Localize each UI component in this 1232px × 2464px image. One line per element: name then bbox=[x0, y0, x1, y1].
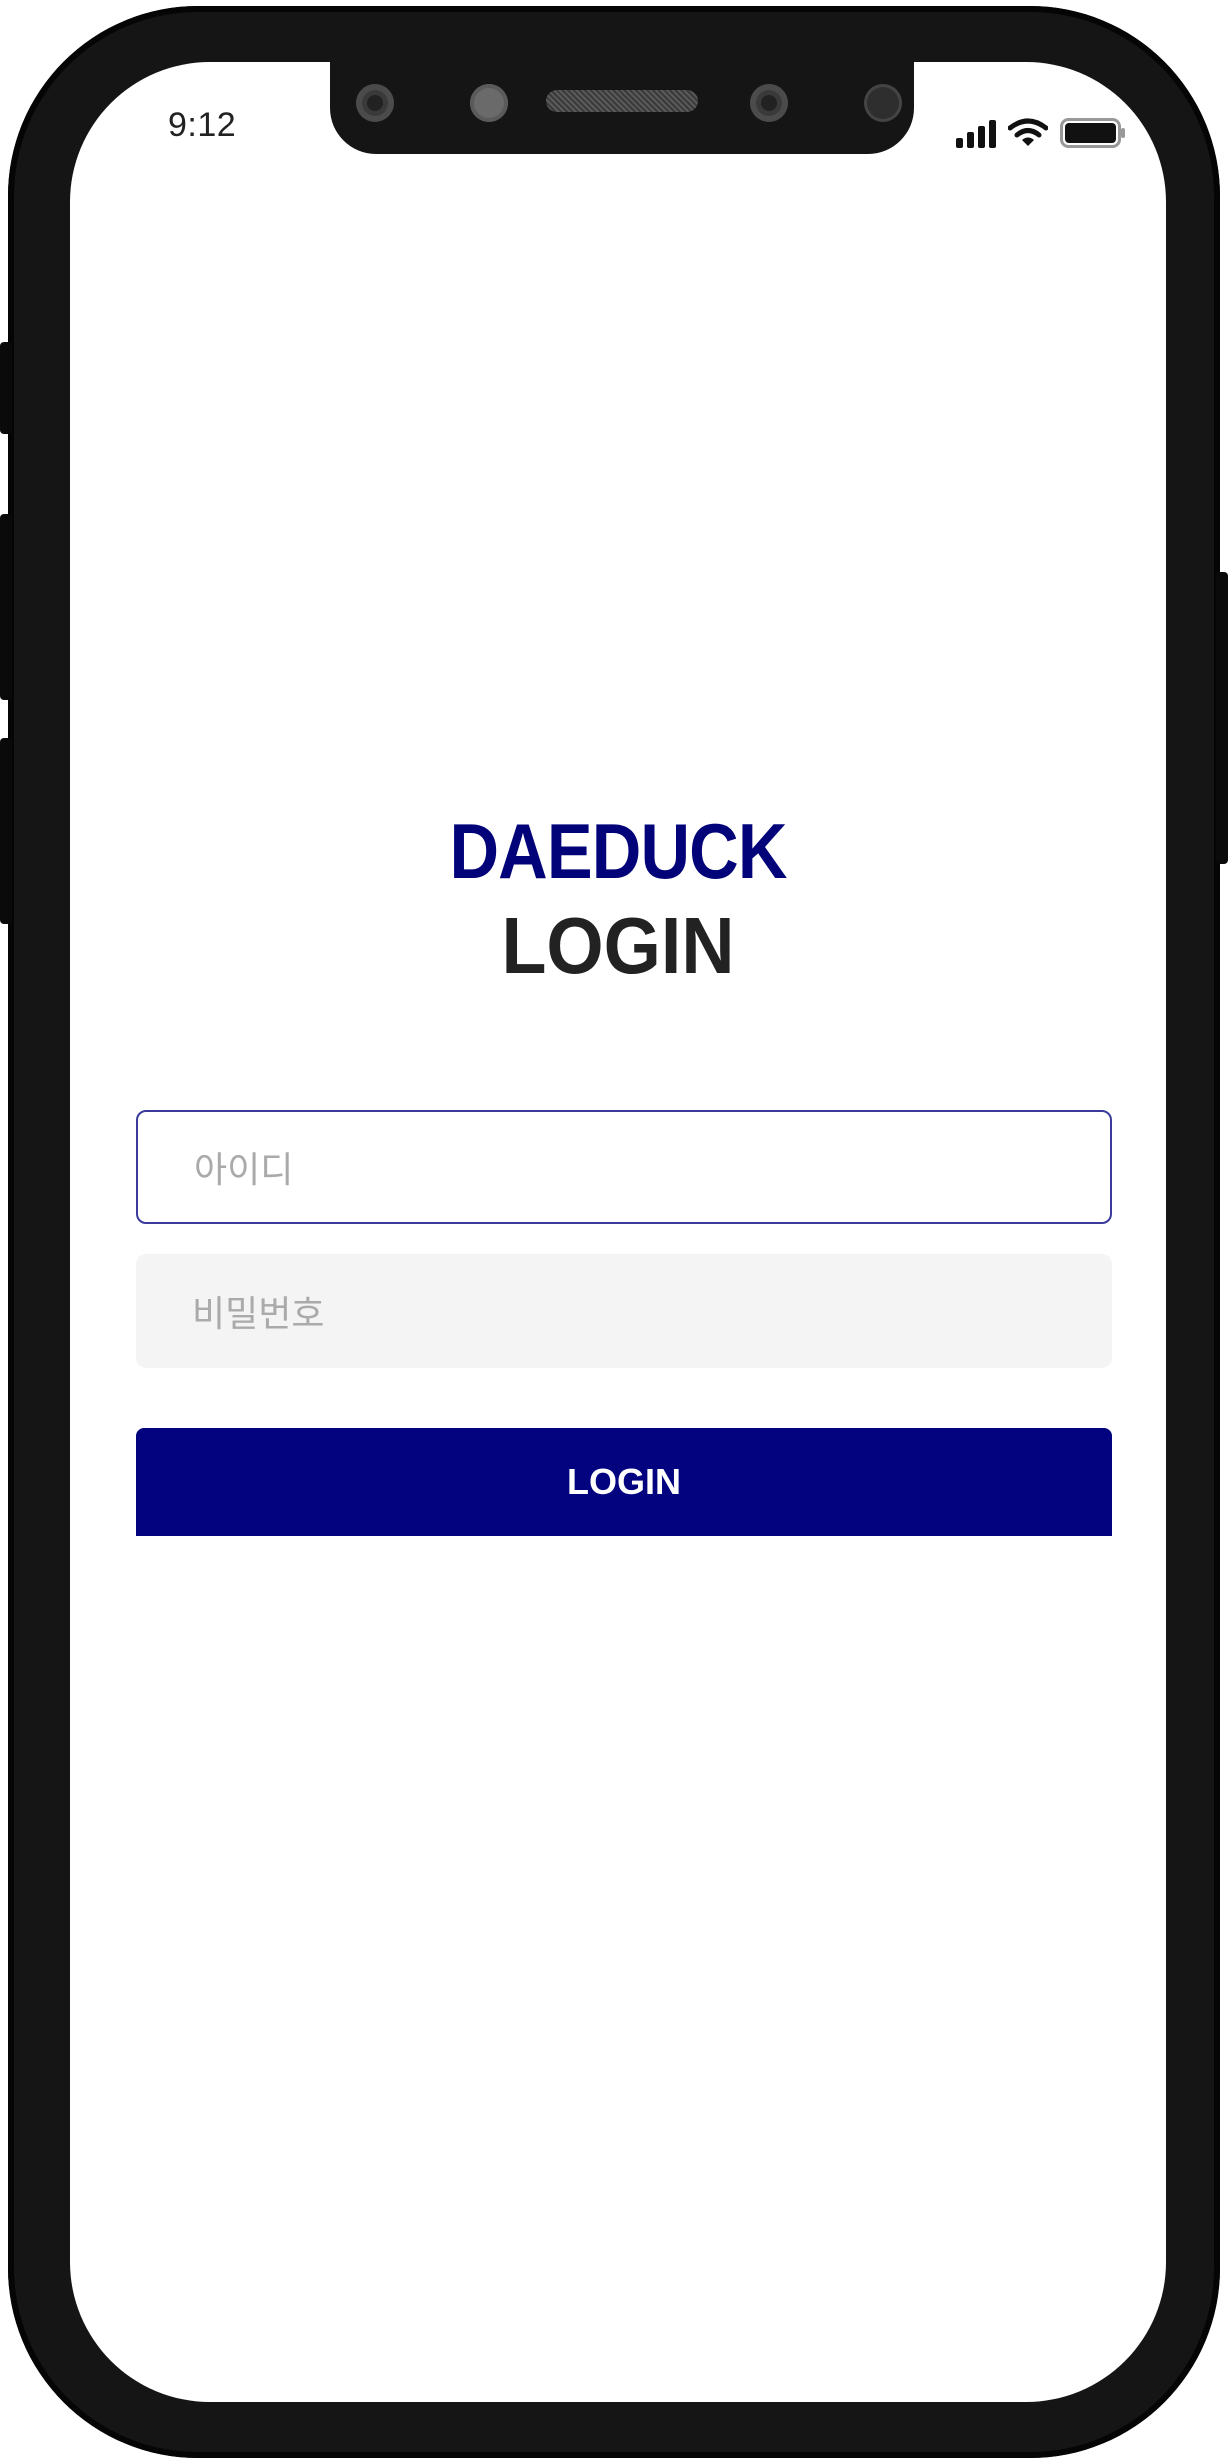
signal-icon bbox=[956, 118, 996, 148]
login-title-block: DAEDUCK LOGIN bbox=[70, 804, 1166, 994]
login-button[interactable]: LOGIN bbox=[136, 1428, 1112, 1536]
power-button bbox=[1216, 572, 1228, 864]
volume-down-button bbox=[0, 738, 12, 924]
speaker-grille bbox=[546, 90, 698, 112]
volume-up-button bbox=[0, 514, 12, 700]
proximity-sensor-icon bbox=[470, 84, 508, 122]
phone-frame: 9:12 DAEDUCK LOGIN 아이디 비밀번호 LOGIN bbox=[0, 6, 1228, 2458]
password-input[interactable]: 비밀번호 bbox=[136, 1254, 1112, 1368]
front-camera-icon bbox=[750, 84, 788, 122]
login-heading: LOGIN bbox=[501, 901, 735, 990]
silent-switch bbox=[0, 342, 12, 434]
password-placeholder: 비밀번호 bbox=[192, 1294, 325, 1335]
screen: 9:12 DAEDUCK LOGIN 아이디 비밀번호 LOGIN bbox=[70, 62, 1166, 2402]
id-placeholder: 아이디 bbox=[194, 1150, 294, 1191]
status-icons bbox=[956, 112, 1126, 148]
login-button-label: LOGIN bbox=[567, 1461, 681, 1502]
flood-illuminator-icon bbox=[864, 84, 902, 122]
status-time: 9:12 bbox=[168, 106, 237, 144]
id-input[interactable]: 아이디 bbox=[136, 1110, 1112, 1224]
sensor-icon bbox=[356, 84, 394, 122]
notch bbox=[330, 62, 914, 154]
battery-icon bbox=[1060, 118, 1126, 148]
brand-name: DAEDUCK bbox=[449, 807, 787, 895]
wifi-icon bbox=[1008, 118, 1048, 148]
